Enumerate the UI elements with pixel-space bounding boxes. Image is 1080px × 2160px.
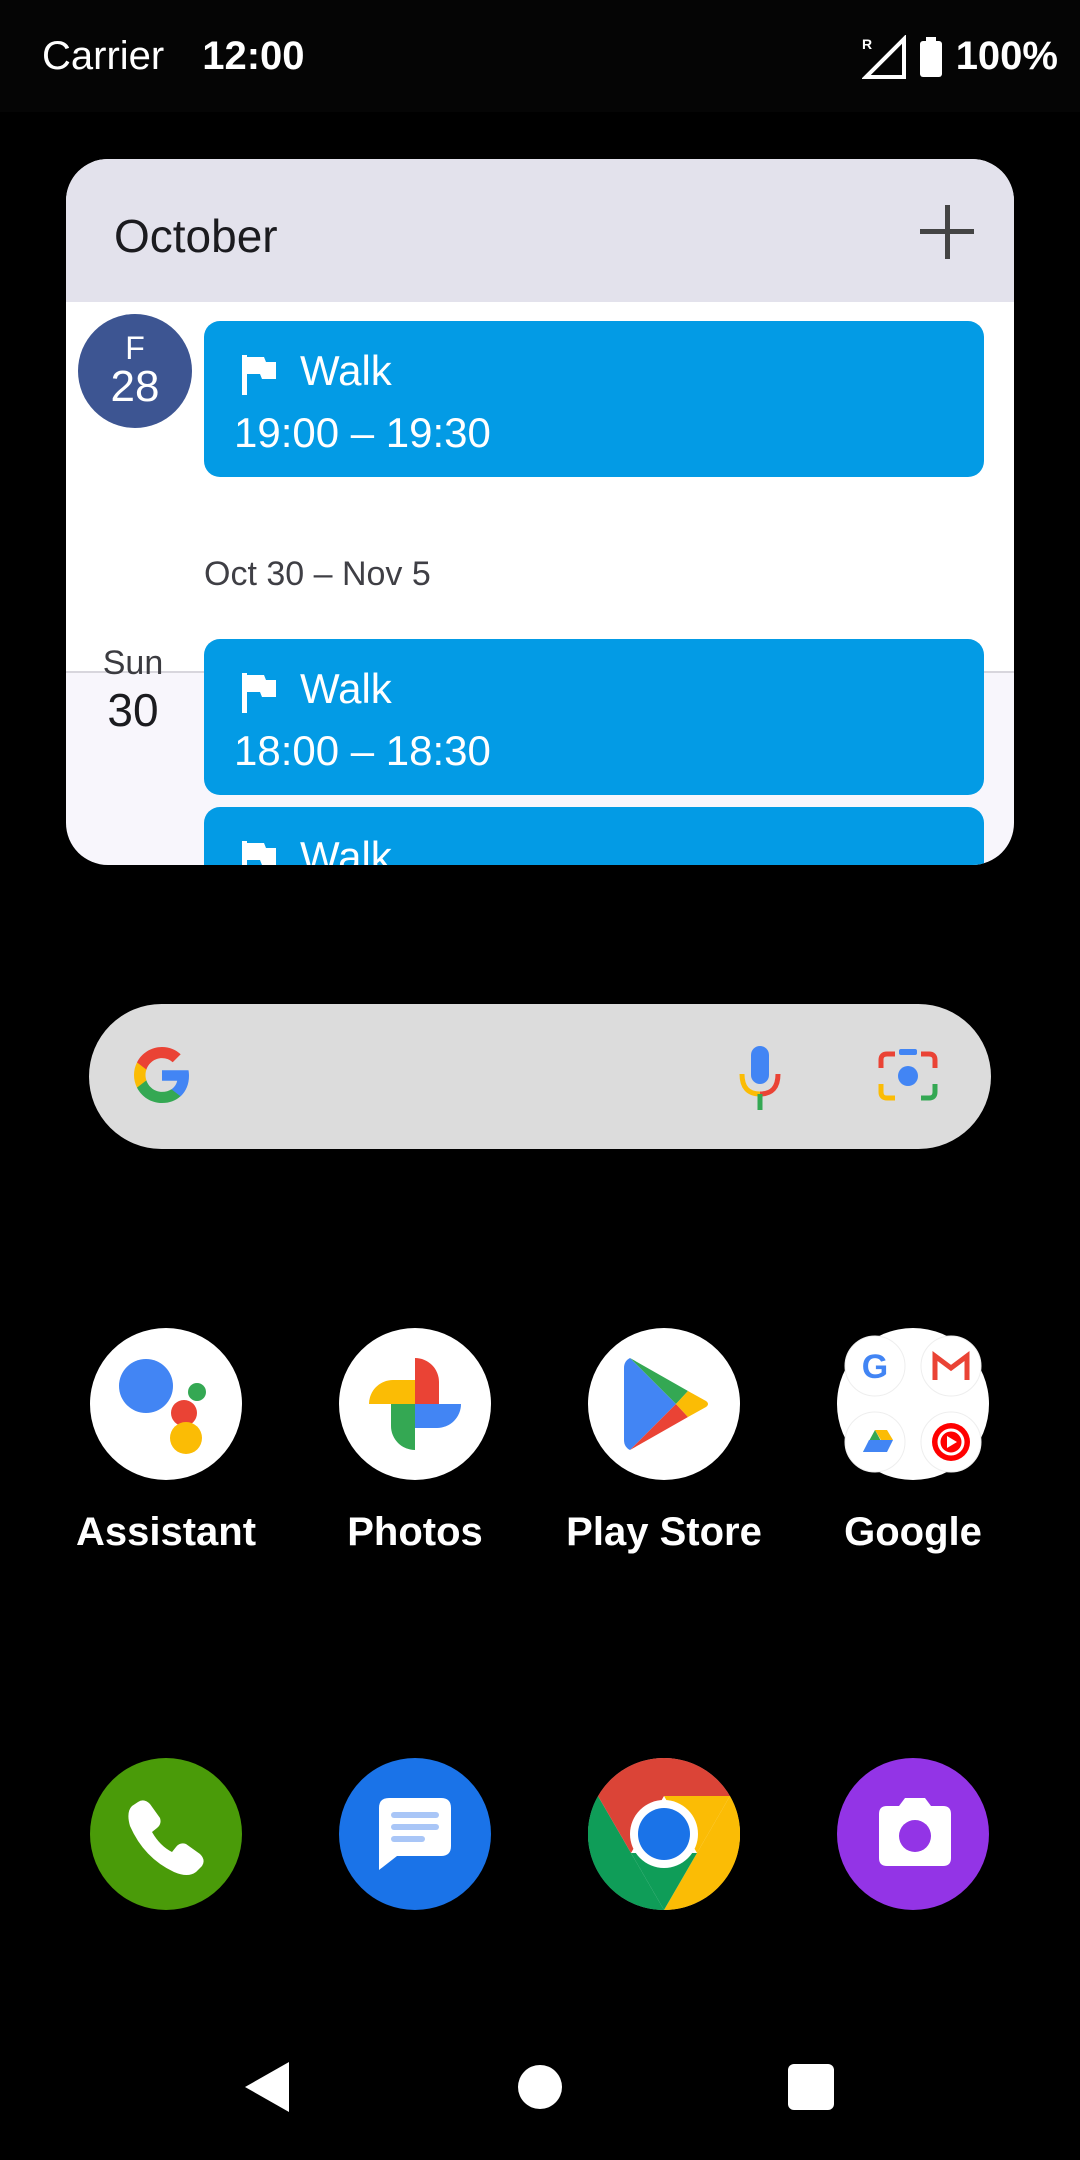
status-left: Carrier 12:00 — [42, 34, 305, 79]
app-label: Photos — [347, 1510, 483, 1554]
day-badge-dow: F — [125, 330, 145, 366]
google-folder-icon: G — [837, 1328, 989, 1480]
event-card[interactable]: Walk 19:00 – 19:30 — [204, 321, 984, 477]
app-label: Play Store — [566, 1510, 762, 1554]
home-button[interactable] — [518, 2065, 562, 2109]
flag-icon — [242, 355, 276, 395]
event-title: Walk — [300, 833, 392, 865]
flag-icon — [242, 841, 276, 865]
assistant-icon — [90, 1328, 242, 1480]
event-card[interactable]: Walk 18:00 – 18:30 — [204, 639, 984, 795]
messages-icon[interactable] — [339, 1758, 491, 1910]
calendar-widget[interactable]: October F 28 Walk 19:00 – 19:30 Oct 30 –… — [66, 159, 1014, 865]
app-photos[interactable]: Photos — [315, 1328, 515, 1555]
signal-icon: R — [861, 34, 906, 79]
battery-icon — [919, 36, 942, 77]
event-time: 19:00 – 19:30 — [234, 409, 491, 456]
event-title: Walk — [300, 347, 392, 394]
flag-icon — [242, 673, 276, 713]
lens-icon[interactable] — [877, 1048, 939, 1104]
status-right: R 100% — [861, 34, 1058, 79]
chrome-icon[interactable] — [587, 1757, 741, 1911]
photos-icon — [339, 1328, 491, 1480]
day-label-sun[interactable]: Sun 30 — [86, 644, 180, 737]
app-folder-google[interactable]: G Google — [813, 1328, 1013, 1555]
add-event-button[interactable] — [920, 205, 974, 259]
phone-icon[interactable] — [90, 1758, 242, 1910]
calendar-month-title[interactable]: October — [114, 209, 278, 263]
event-time: 18:00 – 18:30 — [234, 727, 491, 774]
app-assistant[interactable]: Assistant — [66, 1328, 266, 1555]
recents-button[interactable] — [788, 2064, 834, 2110]
mic-icon[interactable] — [737, 1044, 783, 1112]
battery-percent: 100% — [955, 34, 1058, 78]
app-label: Assistant — [75, 1510, 257, 1554]
carrier-text: Carrier — [42, 34, 165, 78]
google-icon — [134, 1047, 189, 1103]
day-label-dow: Sun — [102, 644, 164, 682]
clock-text: 12:00 — [202, 34, 305, 78]
day-label-number: 30 — [107, 684, 159, 736]
svg-text:G: G — [862, 1348, 888, 1386]
event-card[interactable]: Walk — [204, 807, 984, 865]
camera-icon[interactable] — [837, 1758, 989, 1910]
app-play-store[interactable]: Play Store — [564, 1328, 764, 1555]
day-badge-today[interactable]: F 28 — [78, 314, 192, 428]
event-title: Walk — [300, 665, 392, 712]
day-badge-number: 28 — [110, 362, 160, 411]
back-button[interactable] — [245, 2062, 289, 2112]
play-store-icon — [588, 1328, 740, 1480]
app-label: Google — [844, 1510, 982, 1554]
svg-text:R: R — [862, 36, 872, 52]
week-range-label: Oct 30 – Nov 5 — [204, 555, 431, 593]
status-bar: Carrier 12:00 R 100% — [0, 0, 1080, 112]
google-search-bar[interactable] — [89, 1004, 991, 1149]
calendar-header: October — [66, 159, 1014, 302]
